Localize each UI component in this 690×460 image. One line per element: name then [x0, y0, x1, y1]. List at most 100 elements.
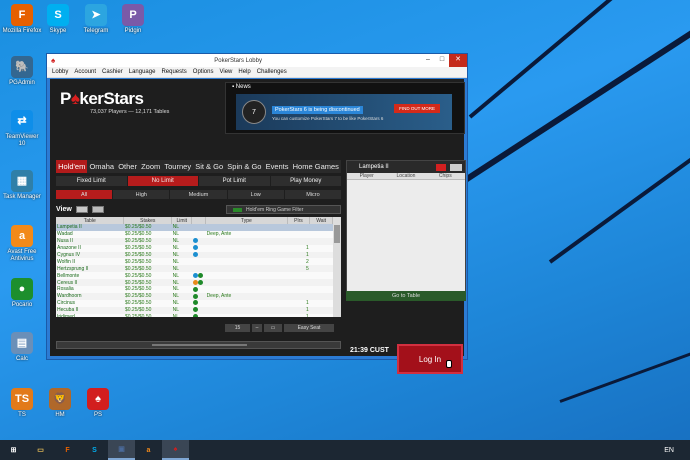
- game-tab[interactable]: Zoom: [139, 160, 162, 173]
- column-header[interactable]: Plrs: [287, 217, 311, 224]
- table-row[interactable]: Wadad $0.25/$0.50 NL Deep, Ante: [56, 230, 333, 238]
- table-row[interactable]: Hertzsprung II $0.25/$0.50 NL 5: [56, 265, 333, 272]
- table-row[interactable]: Wardhoorn $0.25/$0.50 NL Deep, Ante: [56, 293, 333, 300]
- table-row[interactable]: Cygnus IV $0.25/$0.50 NL 1: [56, 252, 333, 259]
- pager-prev-button[interactable]: –: [252, 324, 262, 332]
- view-list-button[interactable]: [75, 206, 88, 213]
- game-tab[interactable]: Sit & Go: [193, 160, 225, 173]
- desktop-icon[interactable]: a Avast Free Antivirus: [2, 225, 42, 263]
- menu-item[interactable]: Help: [238, 69, 250, 75]
- desktop-icon[interactable]: ● Pocario: [2, 278, 42, 309]
- table-count-select[interactable]: 15: [225, 324, 250, 332]
- title-bar[interactable]: ♠ PokerStars Lobby – □ ✕: [47, 54, 467, 67]
- taskbar-app-icon: a: [146, 446, 151, 454]
- game-tab[interactable]: Omaha: [87, 160, 116, 173]
- menu-item[interactable]: Language: [129, 69, 156, 75]
- desktop-icon[interactable]: S Skype: [38, 4, 78, 35]
- view-grid-button[interactable]: [91, 206, 104, 213]
- easy-seat-button[interactable]: Easy Seat: [284, 324, 334, 332]
- taskbar-item[interactable]: ⊞: [0, 440, 27, 460]
- taskbar-item[interactable]: F: [54, 440, 81, 460]
- table-wait: [309, 272, 333, 280]
- stake-tab[interactable]: High: [113, 190, 170, 199]
- view-bar: View Hold'em Ring Game Filter: [56, 204, 341, 215]
- game-tab[interactable]: Other: [116, 160, 139, 173]
- desktop-icon[interactable]: TS TS: [2, 388, 42, 419]
- find-out-more-button[interactable]: FIND OUT MORE: [394, 104, 440, 113]
- table-type: [206, 238, 288, 245]
- ring-game-filter[interactable]: Hold'em Ring Game Filter: [226, 205, 341, 214]
- preview-column[interactable]: Location: [386, 173, 425, 179]
- limit-tab[interactable]: No Limit: [127, 176, 198, 186]
- desktop-icon[interactable]: ⇄ TeamViewer 10: [2, 110, 42, 148]
- game-tab[interactable]: Events: [264, 160, 291, 173]
- stake-tab[interactable]: All: [56, 190, 113, 199]
- stake-tab[interactable]: Medium: [170, 190, 227, 199]
- game-tab[interactable]: Spin & Go: [225, 160, 263, 173]
- stake-tab[interactable]: Micro: [284, 190, 342, 199]
- wallpaper-stripe: [548, 131, 690, 264]
- taskbar-item[interactable]: a: [135, 440, 162, 460]
- table-row[interactable]: Bellmonte $0.25/$0.50 NL: [56, 272, 333, 280]
- table-row[interactable]: Anazone II $0.25/$0.50 NL 1: [56, 244, 333, 252]
- go-to-table-button[interactable]: Go to Table: [346, 291, 466, 301]
- maximize-button[interactable]: □: [435, 54, 449, 67]
- desktop-icon[interactable]: 🦁 HM: [40, 388, 80, 419]
- desktop-icon-label: PS: [93, 412, 102, 418]
- column-header[interactable]: Table: [56, 217, 125, 224]
- limit-tab[interactable]: Pot Limit: [199, 176, 270, 186]
- column-header[interactable]: [191, 217, 207, 224]
- preview-column[interactable]: Chips: [426, 173, 465, 179]
- close-button[interactable]: ✕: [449, 54, 467, 67]
- stake-tab[interactable]: Low: [227, 190, 284, 199]
- login-button[interactable]: Log In: [397, 344, 463, 374]
- language-indicator[interactable]: EN: [664, 447, 690, 454]
- menu-item[interactable]: Lobby: [52, 69, 68, 75]
- menu-item[interactable]: View: [219, 69, 232, 75]
- menu-item[interactable]: Cashier: [102, 69, 123, 75]
- column-header[interactable]: Stakes: [123, 217, 173, 224]
- table-row[interactable]: Lampetia II $0.25/$0.50 NL: [56, 224, 333, 231]
- game-tab[interactable]: Tourney: [162, 160, 193, 173]
- game-tab[interactable]: Home Games: [291, 160, 341, 173]
- desktop-icon[interactable]: ♠ PS: [78, 388, 118, 419]
- table-row[interactable]: Hecuba II $0.25/$0.50 NL 1: [56, 307, 333, 314]
- preview-column[interactable]: Player: [347, 173, 386, 179]
- menu-item[interactable]: Options: [193, 69, 214, 75]
- menu-item[interactable]: Challenges: [257, 69, 287, 75]
- view-label: View: [56, 206, 72, 213]
- minimize-button[interactable]: –: [421, 54, 435, 67]
- column-header[interactable]: Limit: [171, 217, 193, 224]
- news-banner[interactable]: 7 PokerStars 6 is being discontinued You…: [236, 94, 452, 130]
- desktop-icon[interactable]: ▦ Task Manager: [2, 170, 42, 201]
- desktop-icon[interactable]: ➤ Telegram: [76, 4, 116, 35]
- limit-tab[interactable]: Play Money: [270, 176, 341, 186]
- taskbar-item[interactable]: ▣: [108, 440, 135, 460]
- taskbar-item[interactable]: ♠: [162, 440, 189, 460]
- column-header[interactable]: Wait: [309, 217, 333, 224]
- menu-item[interactable]: Account: [74, 69, 96, 75]
- desktop-icon[interactable]: F Mozilla Firefox: [2, 4, 42, 35]
- table-limit: NL: [172, 265, 179, 272]
- game-tab[interactable]: Hold'em: [56, 160, 88, 173]
- table-row[interactable]: Iridimed$0.25/$0.50NL 1: [56, 313, 333, 317]
- pager-slider[interactable]: ▭: [264, 324, 282, 332]
- table-type: [205, 313, 288, 317]
- table-row[interactable]: Rosalia $0.25/$0.50 NL: [56, 286, 333, 293]
- table-row[interactable]: Circinus $0.25/$0.50 NL 1: [56, 299, 333, 307]
- table-type: [206, 307, 288, 314]
- table-scrollbar[interactable]: [333, 217, 341, 317]
- desktop-icon[interactable]: ▤ Calc: [2, 332, 42, 363]
- table-row[interactable]: Nusa II $0.25/$0.50 NL: [56, 238, 333, 245]
- desktop-icon-label: Pidgin: [124, 28, 142, 34]
- menu-item[interactable]: Requests: [161, 69, 186, 75]
- table-row[interactable]: Cereus II $0.25/$0.50 NL: [56, 279, 333, 286]
- table-row[interactable]: Wolfin II $0.25/$0.50 NL 2: [56, 258, 333, 266]
- desktop-icon[interactable]: 🐘 PGAdmin: [2, 56, 42, 87]
- taskbar-item[interactable]: ▭: [27, 440, 54, 460]
- lobby-scrollbar[interactable]: [56, 341, 341, 349]
- desktop-icon[interactable]: P Pidgin: [113, 4, 153, 35]
- limit-tab[interactable]: Fixed Limit: [56, 176, 127, 186]
- taskbar-item[interactable]: S: [81, 440, 108, 460]
- column-header[interactable]: Type: [205, 217, 288, 224]
